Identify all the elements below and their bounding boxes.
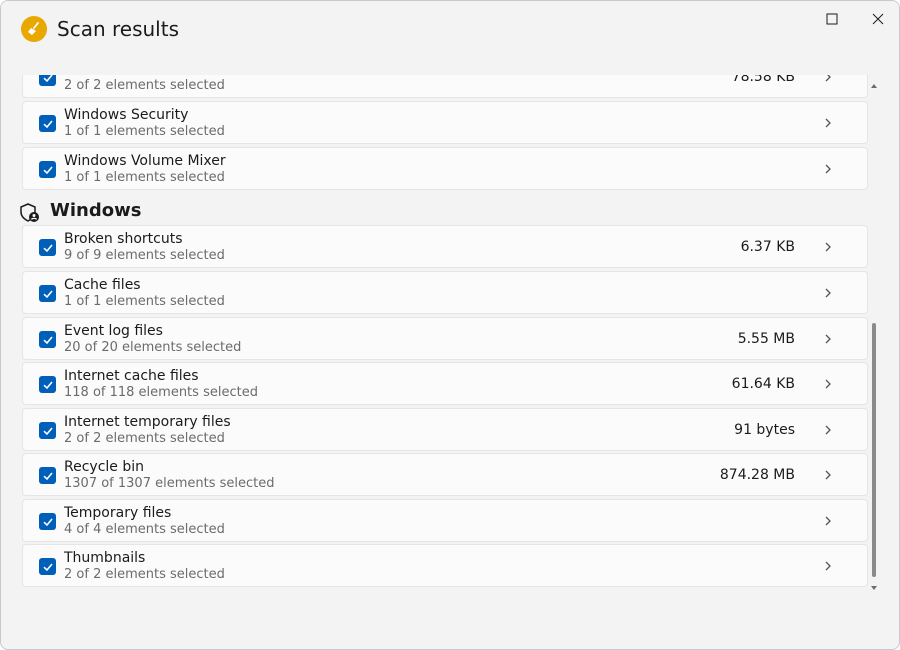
vertical-scrollbar[interactable] bbox=[869, 75, 879, 591]
row-title: Cache files bbox=[64, 277, 141, 293]
chevron-right-icon[interactable] bbox=[823, 423, 833, 437]
scrollbar-thumb[interactable] bbox=[872, 323, 876, 577]
row-subtitle: 20 of 20 elements selected bbox=[64, 340, 242, 355]
row-checkbox[interactable] bbox=[39, 331, 56, 348]
shield-person-icon bbox=[19, 202, 41, 224]
row-subtitle: 2 of 2 elements selected bbox=[64, 567, 225, 582]
broom-logo-icon bbox=[21, 16, 47, 42]
checkmark-icon bbox=[42, 517, 53, 526]
row-subtitle: 2 of 2 elements selected bbox=[64, 78, 225, 93]
chevron-right-icon[interactable] bbox=[823, 514, 833, 528]
row-size: 91 bytes bbox=[734, 422, 795, 438]
row-checkbox[interactable] bbox=[39, 467, 56, 484]
row-subtitle: 2 of 2 elements selected bbox=[64, 431, 225, 446]
row-title: Internet cache files bbox=[64, 368, 199, 384]
list-item[interactable]: Temporary files 4 of 4 elements selected bbox=[22, 499, 868, 542]
checkmark-icon bbox=[42, 75, 53, 82]
row-subtitle: 1 of 1 elements selected bbox=[64, 170, 225, 185]
checkmark-icon bbox=[42, 165, 53, 174]
list-item[interactable]: Event log files 20 of 20 elements select… bbox=[22, 317, 868, 360]
row-subtitle: 1 of 1 elements selected bbox=[64, 294, 225, 309]
maximize-button[interactable] bbox=[809, 1, 855, 37]
checkmark-icon bbox=[42, 380, 53, 389]
maximize-icon bbox=[826, 13, 838, 25]
chevron-right-icon[interactable] bbox=[823, 559, 833, 573]
row-title: Event log files bbox=[64, 323, 163, 339]
chevron-right-icon[interactable] bbox=[823, 332, 833, 346]
row-checkbox[interactable] bbox=[39, 161, 56, 178]
list-item[interactable]: Thumbnails 2 of 2 elements selected bbox=[22, 544, 868, 587]
checkmark-icon bbox=[42, 335, 53, 344]
row-size: 874.28 MB bbox=[719, 467, 795, 483]
row-title: Recycle bin bbox=[64, 459, 144, 475]
row-title: Windows Security bbox=[64, 107, 189, 123]
row-checkbox[interactable] bbox=[39, 558, 56, 575]
chevron-right-icon[interactable] bbox=[823, 240, 833, 254]
scroll-up-arrow-icon[interactable] bbox=[870, 77, 878, 88]
row-subtitle: 1 of 1 elements selected bbox=[64, 124, 225, 139]
list-item[interactable]: Windows Volume Mixer 1 of 1 elements sel… bbox=[22, 147, 868, 190]
row-title: Temporary files bbox=[64, 505, 172, 521]
checkmark-icon bbox=[42, 426, 53, 435]
chevron-right-icon[interactable] bbox=[823, 377, 833, 391]
scroll-down-arrow-icon[interactable] bbox=[870, 579, 878, 590]
row-checkbox[interactable] bbox=[39, 115, 56, 132]
row-size: 78.58 KB bbox=[731, 75, 795, 85]
close-icon bbox=[872, 13, 884, 25]
row-size: 61.64 KB bbox=[731, 376, 795, 392]
chevron-right-icon[interactable] bbox=[823, 162, 833, 176]
section-header-windows: Windows bbox=[19, 195, 869, 229]
row-size: 6.37 KB bbox=[740, 239, 795, 255]
results-list[interactable]: 2 of 2 elements selected 78.58 KB Window… bbox=[1, 75, 881, 591]
row-checkbox[interactable] bbox=[39, 513, 56, 530]
scan-results-window: Scan results 2 of 2 elements selected 78… bbox=[0, 0, 900, 650]
close-button[interactable] bbox=[855, 1, 899, 37]
row-title: Broken shortcuts bbox=[64, 231, 183, 247]
row-subtitle: 4 of 4 elements selected bbox=[64, 522, 225, 537]
checkmark-icon bbox=[42, 119, 53, 128]
row-checkbox[interactable] bbox=[39, 75, 56, 86]
checkmark-icon bbox=[42, 243, 53, 252]
row-checkbox[interactable] bbox=[39, 376, 56, 393]
checkmark-icon bbox=[42, 562, 53, 571]
row-title: Windows Volume Mixer bbox=[64, 153, 226, 169]
row-size: 5.55 MB bbox=[737, 331, 795, 347]
row-checkbox[interactable] bbox=[39, 285, 56, 302]
list-item[interactable]: Cache files 1 of 1 elements selected bbox=[22, 271, 868, 314]
row-title: Thumbnails bbox=[64, 550, 146, 566]
row-subtitle: 9 of 9 elements selected bbox=[64, 248, 225, 263]
list-item[interactable]: Recycle bin 1307 of 1307 elements select… bbox=[22, 453, 868, 496]
checkmark-icon bbox=[42, 471, 53, 480]
chevron-right-icon[interactable] bbox=[823, 468, 833, 482]
section-title: Windows bbox=[50, 200, 142, 221]
title-bar: Scan results bbox=[1, 1, 899, 57]
checkmark-icon bbox=[42, 289, 53, 298]
list-item[interactable]: Internet temporary files 2 of 2 elements… bbox=[22, 408, 868, 451]
list-item[interactable]: 2 of 2 elements selected 78.58 KB bbox=[22, 75, 868, 98]
row-checkbox[interactable] bbox=[39, 422, 56, 439]
row-subtitle: 1307 of 1307 elements selected bbox=[64, 476, 275, 491]
list-item[interactable]: Windows Security 1 of 1 elements selecte… bbox=[22, 101, 868, 144]
chevron-right-icon[interactable] bbox=[823, 75, 833, 84]
row-subtitle: 118 of 118 elements selected bbox=[64, 385, 258, 400]
row-checkbox[interactable] bbox=[39, 239, 56, 256]
list-item[interactable]: Internet cache files 118 of 118 elements… bbox=[22, 362, 868, 405]
window-title: Scan results bbox=[57, 17, 179, 41]
row-title: Internet temporary files bbox=[64, 414, 231, 430]
chevron-right-icon[interactable] bbox=[823, 116, 833, 130]
chevron-right-icon[interactable] bbox=[823, 286, 833, 300]
list-item[interactable]: Broken shortcuts 9 of 9 elements selecte… bbox=[22, 225, 868, 268]
